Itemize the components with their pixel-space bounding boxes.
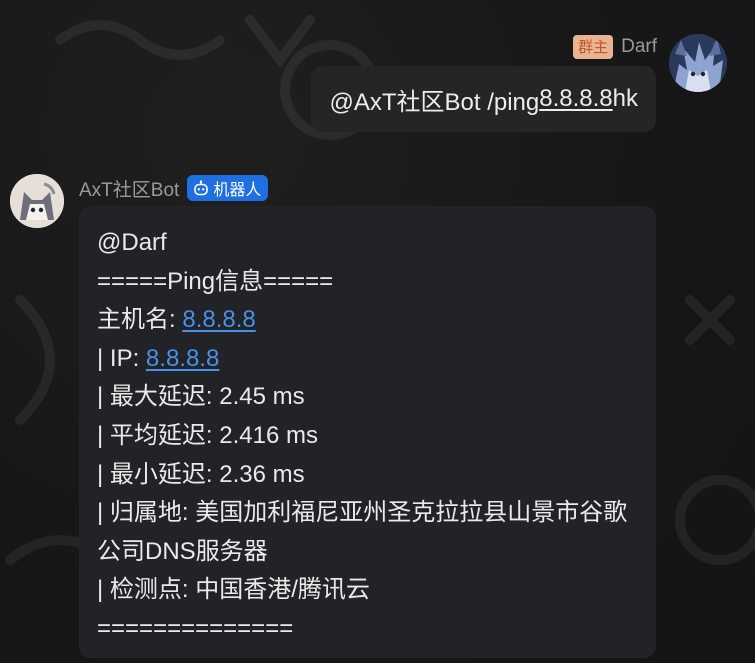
ip-link[interactable]: 8.8.8.8: [146, 345, 219, 372]
location-text-continued: 公司DNS服务器: [97, 537, 268, 565]
reply-mention-line: @Darf: [97, 224, 656, 263]
probe-line: | 检测点: 中国香港/腾讯云: [97, 571, 656, 610]
bot-message-header: AxT社区Bot 机器人: [79, 174, 269, 202]
hostname-label: 主机名:: [97, 306, 183, 334]
bot-sender-name[interactable]: AxT社区Bot: [79, 175, 179, 202]
max-latency-text: | 最大延迟: 2.45 ms: [97, 383, 305, 411]
bot-avatar[interactable]: [10, 174, 64, 228]
avg-latency-line: | 平均延迟: 2.416 ms: [97, 417, 656, 456]
reply-footer-line: ==============: [97, 610, 656, 649]
command-text: @AxT社区Bot /ping: [329, 88, 540, 116]
sender-name[interactable]: Darf: [621, 36, 657, 58]
min-latency-text: | 最小延迟: 2.36 ms: [97, 460, 305, 488]
max-latency-line: | 最大延迟: 2.45 ms: [97, 378, 656, 417]
self-message-bubble[interactable]: @AxT社区Bot /ping 8.8.8.8 hk: [311, 66, 656, 132]
min-latency-line: | 最小延迟: 2.36 ms: [97, 456, 656, 495]
cat-avatar-icon: [10, 174, 64, 228]
location-text: | 归属地: 美国加利福尼亚州圣克拉拉县山景市谷歌: [97, 499, 628, 527]
location-line-continued: 公司DNS服务器: [97, 533, 656, 572]
anime-avatar-icon: [669, 34, 727, 92]
bot-badge: 机器人: [187, 175, 269, 201]
header-text: =====Ping信息=====: [97, 267, 334, 295]
command-ip[interactable]: 8.8.8.8: [539, 85, 612, 113]
command-region: hk: [612, 85, 638, 112]
hostname-line: 主机名: 8.8.8.8: [97, 301, 656, 340]
reply-header-line: =====Ping信息=====: [97, 263, 656, 302]
owner-role-badge: 群主: [573, 35, 614, 59]
self-message-header: 群主 Darf: [573, 34, 657, 60]
hostname-link[interactable]: 8.8.8.8: [182, 306, 255, 333]
probe-text: | 检测点: 中国香港/腾讯云: [97, 576, 370, 604]
ip-line: | IP: 8.8.8.8: [97, 340, 656, 379]
self-avatar[interactable]: [669, 34, 727, 92]
location-line: | 归属地: 美国加利福尼亚州圣克拉拉县山景市谷歌: [97, 494, 656, 533]
avg-latency-text: | 平均延迟: 2.416 ms: [97, 421, 318, 449]
bot-badge-label: 机器人: [213, 180, 262, 199]
ip-label: | IP:: [97, 344, 146, 372]
chat-window: 群主 Darf @AxT社区Bot /ping 8.8.8.8 hk AxT社区…: [0, 0, 755, 663]
robot-icon: [194, 180, 209, 196]
bot-message-bubble[interactable]: @Darf =====Ping信息===== 主机名: 8.8.8.8 | IP…: [79, 206, 656, 658]
mention-text[interactable]: @Darf: [97, 229, 167, 256]
footer-text: ==============: [97, 614, 294, 642]
